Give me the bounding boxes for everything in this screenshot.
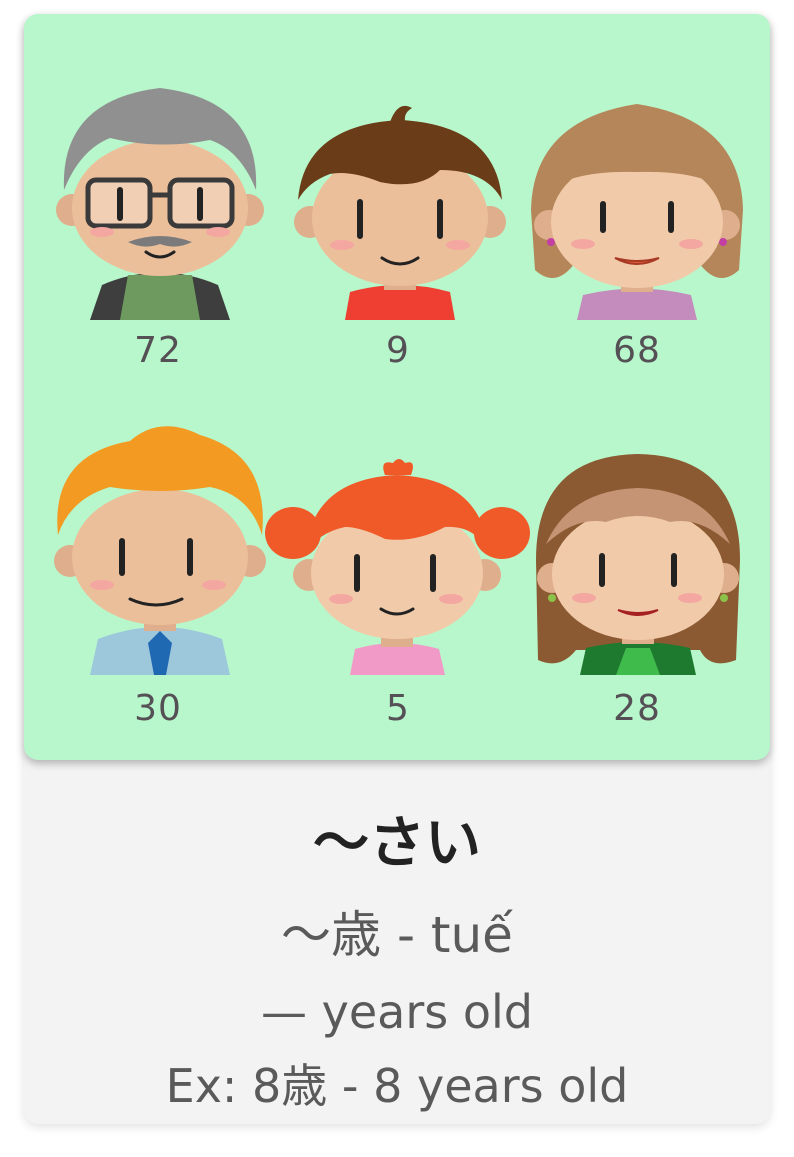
vocab-meaning: — years old [261,985,533,1039]
woman-avatar [536,454,740,675]
vocab-kana: 〜さい [313,811,481,876]
age-label: 9 [386,330,410,371]
vocab-kanji: 〜歳 - tuế [281,906,513,964]
boy-avatar [294,105,506,320]
age-label: 30 [134,688,182,729]
vocab-example: Ex: 8歳 - 8 years old [165,1059,629,1113]
grandmother-avatar [531,104,743,320]
age-label: 28 [613,688,661,729]
age-label: 5 [386,688,410,729]
age-label: 72 [134,330,182,371]
grandfather-avatar [56,88,264,320]
age-label: 68 [613,330,661,371]
man-avatar [54,426,266,675]
girl-avatar [265,459,530,675]
